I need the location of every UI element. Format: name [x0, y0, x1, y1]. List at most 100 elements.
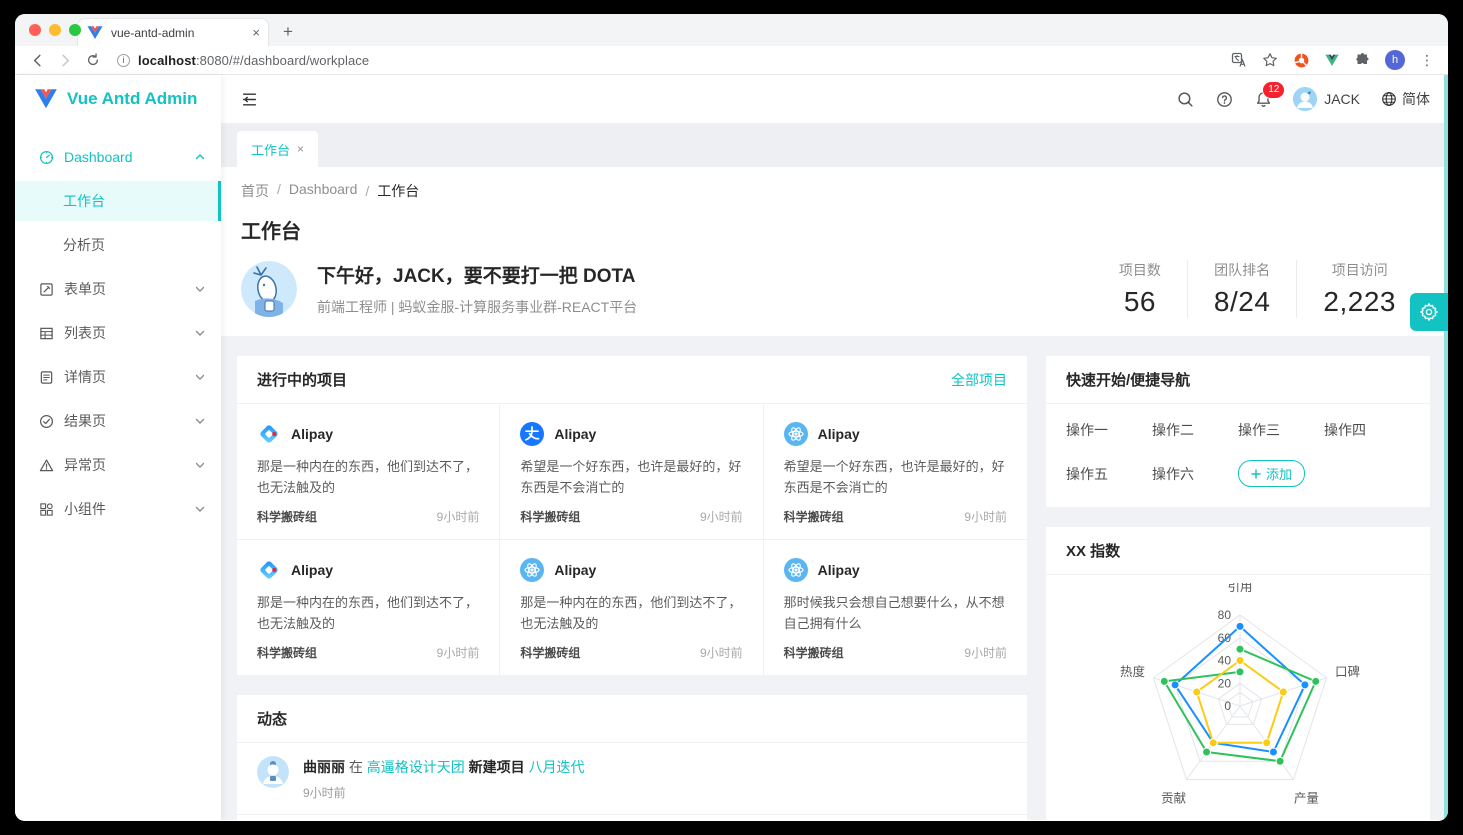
browser-tab[interactable]: vue-antd-admin × — [77, 18, 269, 46]
project-time: 9小时前 — [964, 644, 1007, 661]
sidebar-item-results[interactable]: 结果页 — [15, 401, 221, 441]
project-card[interactable]: Alipay 希望是一个好东西，也许是最好的，好东西是不会消亡的 科学搬砖组9小… — [500, 404, 763, 540]
help-icon[interactable] — [1215, 90, 1233, 108]
settings-gear-button[interactable] — [1410, 293, 1448, 331]
chevron-down-icon — [195, 328, 205, 338]
sidebar-item-widgets[interactable]: 小组件 — [15, 489, 221, 529]
project-group[interactable]: 科学搬砖组 — [784, 508, 844, 525]
reload-icon — [86, 53, 100, 67]
back-arrow-icon — [30, 53, 45, 68]
sidebar-collapse-button[interactable] — [235, 85, 263, 113]
quicknav-op-5[interactable]: 操作五 — [1066, 464, 1152, 484]
project-group[interactable]: 科学搬砖组 — [257, 508, 317, 525]
quicknav-op-3[interactable]: 操作三 — [1238, 420, 1324, 440]
project-card[interactable]: Alipay 那时候我只会想自己想要什么，从不想自己拥有什么 科学搬砖组 9小时前 — [764, 540, 1027, 675]
back-button[interactable] — [25, 48, 49, 72]
sidebar-item-details[interactable]: 详情页 — [15, 357, 221, 397]
project-title: Alipay — [818, 426, 860, 442]
project-card[interactable]: Alipay 那是一种内在的东西，他们到达不了，也无法触及的 科学搬砖组9小时前 — [237, 404, 500, 540]
quicknav-op-4[interactable]: 操作四 — [1324, 420, 1410, 440]
sidebar-item-label: 结果页 — [64, 411, 185, 431]
notifications-bell-icon[interactable]: 12 — [1254, 90, 1272, 108]
page-tab-close-icon[interactable]: × — [297, 142, 304, 156]
sidebar-item-dashboard[interactable]: Dashboard — [15, 137, 221, 177]
form-icon — [39, 282, 54, 297]
project-card[interactable]: Alipay 希望是一个好东西，也许是最好的，好东西是不会消亡的 科学搬砖组9小… — [764, 404, 1027, 540]
svg-text:热度: 热度 — [1120, 664, 1146, 679]
extension-orange-icon[interactable] — [1292, 51, 1310, 69]
stat-projects: 项目数 56 — [1093, 260, 1187, 318]
sidebar-item-workplace[interactable]: 工作台 — [15, 181, 221, 221]
language-label: 简体 — [1402, 89, 1430, 109]
activity-target-link[interactable]: 八月迭代 — [529, 759, 585, 775]
tab-close-button[interactable]: × — [252, 26, 260, 39]
maximize-window-button[interactable] — [69, 24, 81, 36]
page-tab-workplace[interactable]: 工作台 × — [237, 131, 318, 167]
sidebar-item-analysis[interactable]: 分析页 — [15, 225, 221, 265]
project-time: 9小时前 — [437, 508, 480, 525]
address-bar[interactable]: i localhost:8080/#/dashboard/workplace — [109, 48, 1226, 72]
breadcrumb-home[interactable]: 首页 — [241, 181, 269, 201]
chevron-down-icon — [195, 460, 205, 470]
minimize-window-button[interactable] — [49, 24, 61, 36]
extensions-puzzle-icon[interactable] — [1354, 51, 1372, 69]
project-card[interactable]: Alipay 那是一种内在的东西，他们到达不了，也无法触及的 科学搬砖组9小时前 — [500, 540, 763, 675]
all-projects-link[interactable]: 全部项目 — [951, 370, 1007, 390]
sidebar-item-exception[interactable]: 异常页 — [15, 445, 221, 485]
quicknav-op-2[interactable]: 操作二 — [1152, 420, 1238, 440]
activity-user[interactable]: 曲丽丽 — [303, 759, 345, 775]
close-window-button[interactable] — [29, 24, 41, 36]
project-group[interactable]: 科学搬砖组 — [784, 644, 844, 661]
browser-menu-icon[interactable]: ⋮ — [1418, 51, 1436, 69]
new-tab-button[interactable]: + — [275, 19, 301, 45]
site-info-icon[interactable]: i — [117, 54, 130, 67]
app-logo[interactable]: Vue Antd Admin — [15, 75, 221, 123]
page-tab-label: 工作台 — [251, 140, 290, 159]
activity-list: 曲丽丽 在 高逼格设计天团 新建项目 八月迭代 9小时前 — [237, 743, 1027, 820]
activity-group-link[interactable]: 高逼格设计天团 — [367, 759, 465, 775]
language-switcher[interactable]: 简体 — [1381, 89, 1430, 109]
bookmark-star-icon[interactable] — [1261, 51, 1279, 69]
header-stats: 项目数 56 团队排名 8/24 项目访问 2,223 — [1093, 260, 1422, 318]
stat-label: 团队排名 — [1214, 260, 1271, 280]
breadcrumb-current: 工作台 — [357, 181, 419, 201]
sidebar-item-forms[interactable]: 表单页 — [15, 269, 221, 309]
forward-button[interactable] — [53, 48, 77, 72]
chevron-down-icon — [195, 504, 205, 514]
projects-grid: Alipay 那是一种内在的东西，他们到达不了，也无法触及的 科学搬砖组9小时前… — [237, 404, 1027, 675]
quicknav-op-1[interactable]: 操作一 — [1066, 420, 1152, 440]
project-group[interactable]: 科学搬砖组 — [520, 644, 580, 661]
warning-triangle-icon — [39, 458, 54, 473]
project-description: 那时候我只会想自己想要什么，从不想自己拥有什么 — [784, 592, 1007, 634]
react-icon — [520, 558, 544, 582]
greeting-avatar — [241, 261, 297, 317]
app-logo-text: Vue Antd Admin — [67, 89, 197, 109]
translate-icon[interactable] — [1230, 51, 1248, 69]
add-button-label: 添加 — [1266, 464, 1292, 483]
user-menu[interactable]: JACK — [1293, 87, 1360, 111]
reload-button[interactable] — [81, 48, 105, 72]
browser-titlebar: vue-antd-admin × + — [15, 14, 1448, 46]
project-time: 9小时前 — [700, 644, 743, 661]
svg-text:口碑: 口碑 — [1335, 664, 1360, 679]
quicknav-op-6[interactable]: 操作六 — [1152, 464, 1238, 484]
desktop-background: vue-antd-admin × + i localhost:8080/#/da… — [0, 0, 1463, 835]
project-title: Alipay — [818, 562, 860, 578]
browser-window: vue-antd-admin × + i localhost:8080/#/da… — [15, 14, 1448, 821]
breadcrumb-dashboard[interactable]: Dashboard — [269, 181, 357, 201]
project-description: 那是一种内在的东西，他们到达不了，也无法触及的 — [520, 592, 742, 634]
browser-profile-avatar[interactable]: h — [1385, 50, 1405, 70]
sidebar-item-lists[interactable]: 列表页 — [15, 313, 221, 353]
vue-devtools-icon[interactable] — [1323, 51, 1341, 69]
greeting-text: 下午好，JACK，要不要打一把 DOTA 前端工程师 | 蚂蚁金服-计算服务事业… — [317, 261, 1093, 317]
quicknav-grid: 操作一 操作二 操作三 操作四 操作五 操作六 添加 — [1046, 404, 1430, 507]
project-group[interactable]: 科学搬砖组 — [520, 508, 580, 525]
project-description: 希望是一个好东西，也许是最好的，好东西是不会消亡的 — [784, 456, 1007, 498]
browser-tab-title: vue-antd-admin — [111, 26, 245, 40]
main-area: 12 JACK 简体 工作台 — [221, 75, 1448, 820]
project-card[interactable]: Alipay 那是一种内在的东西，他们到达不了，也无法触及的 科学搬砖组9小时前 — [237, 540, 500, 675]
project-group[interactable]: 科学搬砖组 — [257, 644, 317, 661]
add-operation-button[interactable]: 添加 — [1238, 460, 1305, 487]
url-host: localhost — [138, 53, 196, 68]
search-icon[interactable] — [1176, 90, 1194, 108]
